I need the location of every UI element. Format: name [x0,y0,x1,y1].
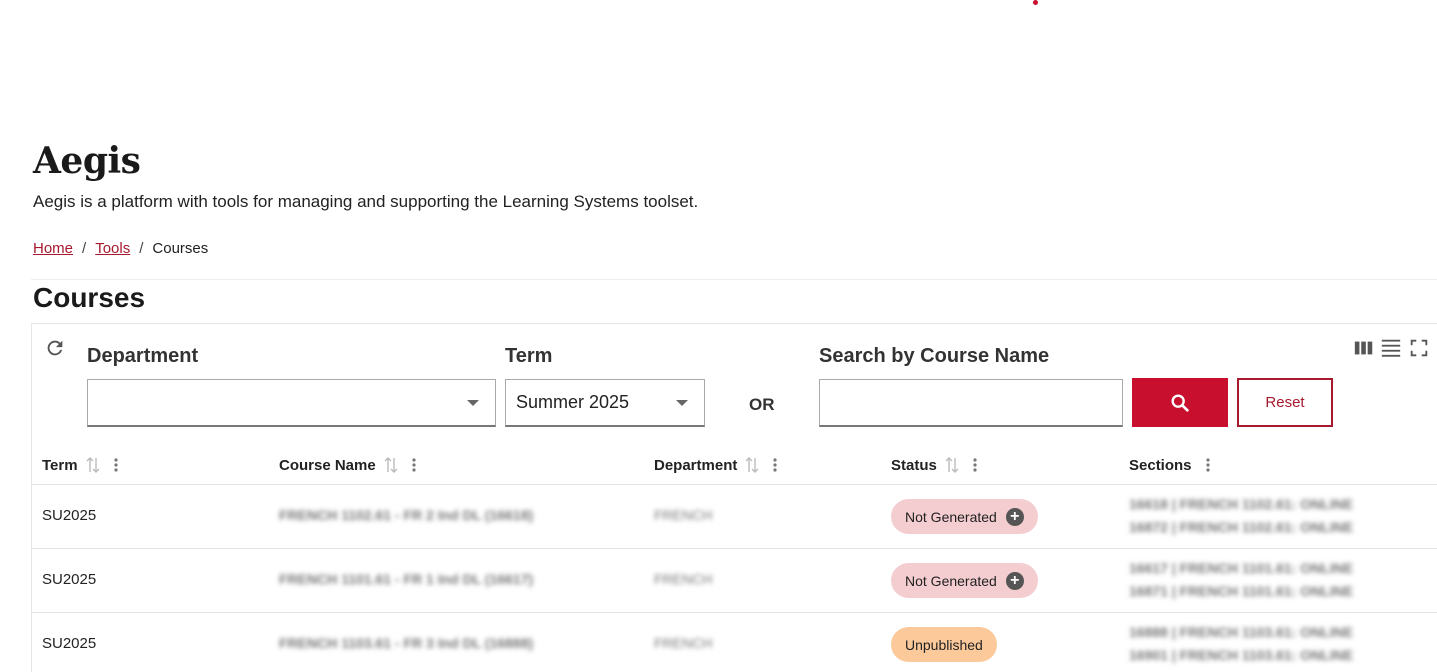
column-header-label: Term [42,456,78,474]
cell-sections: 16618 | FRENCH 1102.61: ONLINE 16872 | F… [1129,493,1353,539]
decorative-dot [1033,0,1038,5]
table-header-divider [31,484,1437,485]
refresh-icon[interactable] [44,337,66,359]
cell-term: SU2025 [42,571,97,588]
status-badge-label: Not Generated [905,572,997,589]
cell-sections: 16617 | FRENCH 1101.61: ONLINE 16871 | F… [1129,557,1353,603]
app-description: Aegis is a platform with tools for manag… [33,192,699,211]
kebab-icon[interactable] [113,457,118,473]
search-icon [1171,393,1189,412]
sort-icon[interactable] [945,457,959,473]
section-line: 16872 | FRENCH 1102.61: ONLINE [1129,519,1354,535]
cell-sections: 16888 | FRENCH 1103.61: ONLINE 16901 | F… [1129,621,1353,667]
status-badge: Unpublished [891,627,997,662]
breadcrumb-tools-link[interactable]: Tools [95,240,130,257]
status-badge: Not Generated + [891,499,1038,534]
breadcrumb: Home / Tools / Courses [33,240,208,257]
search-button[interactable] [1132,378,1228,427]
department-select[interactable] [87,379,496,427]
breadcrumb-separator: / [139,240,144,257]
section-line: 16617 | FRENCH 1101.61: ONLINE [1129,560,1354,576]
sort-icon[interactable] [745,457,759,473]
plus-icon[interactable]: + [1005,571,1024,590]
status-badge: Not Generated + [891,563,1038,598]
sort-icon[interactable] [384,457,398,473]
column-header-label: Status [891,456,937,474]
cell-department: FRENCH [654,507,713,523]
row-divider [31,612,1437,613]
cell-course-name: FRENCH 1101.61 - FR 1 Ind DL (16617) [279,571,534,587]
cell-course-name: FRENCH 1102.61 - FR 2 Ind DL (16618) [279,507,534,523]
breadcrumb-separator: / [82,240,87,257]
divider [31,279,1437,280]
column-header-department[interactable]: Department [654,455,777,475]
kebab-icon[interactable] [412,457,416,473]
status-badge-label: Not Generated [905,508,997,525]
column-header-term[interactable]: Term [42,455,118,475]
chevron-down-icon [676,400,688,406]
term-label: Term [505,345,553,367]
cell-department: FRENCH [654,571,713,587]
row-divider [31,548,1437,549]
columns-icon[interactable] [1353,337,1375,359]
section-line: 16618 | FRENCH 1102.61: ONLINE [1129,496,1354,512]
cell-course-name: FRENCH 1103.61 - FR 3 Ind DL (16888) [279,635,534,651]
density-icon[interactable] [1380,337,1402,359]
section-line: 16871 | FRENCH 1101.61: ONLINE [1129,583,1354,599]
column-header-course-name[interactable]: Course Name [279,455,416,475]
section-line: 16901 | FRENCH 1103.61: ONLINE [1129,647,1354,663]
kebab-icon[interactable] [973,457,977,473]
kebab-icon[interactable] [1205,457,1210,473]
plus-icon[interactable]: + [1005,507,1024,526]
column-header-label: Sections [1129,456,1192,474]
or-label: OR [749,395,775,414]
department-label: Department [87,345,199,367]
cell-term: SU2025 [42,507,97,524]
reset-button[interactable]: Reset [1237,378,1333,427]
cell-department: FRENCH [654,635,713,651]
page-title: Courses [33,282,146,313]
column-header-label: Department [654,456,738,474]
search-label: Search by Course Name [819,345,1050,367]
sort-icon[interactable] [86,457,100,473]
status-badge-label: Unpublished [905,636,983,653]
column-header-sections[interactable]: Sections [1129,455,1210,475]
app-title: Aegis [33,140,141,182]
course-name-search-input[interactable] [819,379,1123,427]
breadcrumb-current: Courses [152,240,209,257]
column-header-status[interactable]: Status [891,455,977,475]
term-select-value: Summer 2025 [516,392,630,412]
breadcrumb-home-link[interactable]: Home [33,240,73,257]
term-select[interactable]: Summer 2025 [505,379,705,427]
fullscreen-icon[interactable] [1408,337,1430,359]
section-line: 16888 | FRENCH 1103.61: ONLINE [1129,624,1354,640]
kebab-icon[interactable] [773,457,777,473]
cell-term: SU2025 [42,635,97,652]
column-header-label: Course Name [279,456,376,474]
chevron-down-icon [467,400,479,406]
